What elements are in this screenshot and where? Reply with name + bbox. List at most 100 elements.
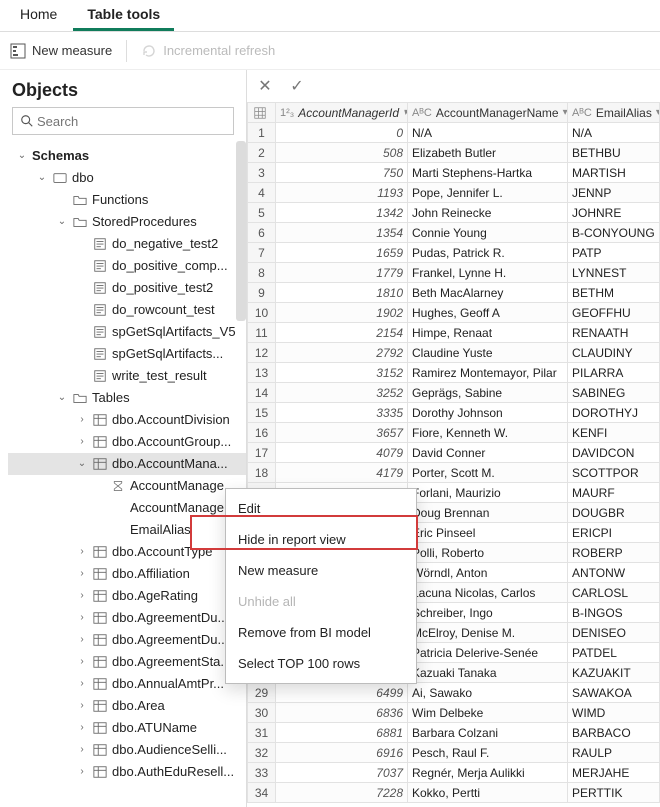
table-row[interactable]: 347228Kokko, PerttiPERTTIK (248, 783, 660, 803)
cell-id[interactable]: 2154 (276, 323, 408, 343)
cell-id[interactable]: 7037 (276, 763, 408, 783)
cell-id[interactable]: 7228 (276, 783, 408, 803)
ctx-edit[interactable]: Edit (226, 493, 416, 524)
cell-alias[interactable]: PATDEL (568, 643, 660, 663)
cell-alias[interactable]: DOUGBR (568, 503, 660, 523)
tree-table[interactable]: ›dbo.Affiliation (8, 563, 246, 585)
data-grid[interactable]: 1²₃AccountManagerId▾ AᴮCAccountManagerNa… (247, 102, 660, 803)
cell-alias[interactable]: CLAUDINY (568, 343, 660, 363)
cell-name[interactable]: Hughes, Geoff A (408, 303, 568, 323)
table-row[interactable]: 133152Ramirez Montemayor, PilarPILARRA (248, 363, 660, 383)
cell-alias[interactable]: JENNP (568, 183, 660, 203)
cell-name[interactable]: Wim Delbeke (408, 703, 568, 723)
cell-alias[interactable]: PATP (568, 243, 660, 263)
row-header-corner[interactable] (248, 103, 276, 123)
cell-name[interactable]: Dorothy Johnson (408, 403, 568, 423)
tree-column[interactable]: EmailAlias (8, 519, 246, 541)
cell-name[interactable]: Schreiber, Ingo (408, 603, 568, 623)
tree-column[interactable]: AccountManage... (8, 497, 246, 519)
cell-alias[interactable]: KENFI (568, 423, 660, 443)
cell-alias[interactable]: SCOTTPOR (568, 463, 660, 483)
row-number[interactable]: 11 (248, 323, 276, 343)
cell-name[interactable]: Barbara Colzani (408, 723, 568, 743)
cell-name[interactable]: Kazuaki Tanaka (408, 663, 568, 683)
table-row[interactable]: 143252Geprägs, SabineSABINEG (248, 383, 660, 403)
cell-id[interactable]: 4179 (276, 463, 408, 483)
cell-alias[interactable]: CARLOSL (568, 583, 660, 603)
ctx-hide-in-report-view[interactable]: Hide in report view (226, 524, 416, 555)
row-number[interactable]: 17 (248, 443, 276, 463)
cell-alias[interactable]: PERTTIK (568, 783, 660, 803)
cell-alias[interactable]: MERJAHE (568, 763, 660, 783)
tab-table-tools[interactable]: Table tools (73, 0, 174, 31)
cell-name[interactable]: Patricia Delerive-Senée (408, 643, 568, 663)
cell-name[interactable]: Kokko, Pertti (408, 783, 568, 803)
cell-name[interactable]: Frankel, Lynne H. (408, 263, 568, 283)
cell-id[interactable]: 2792 (276, 343, 408, 363)
cell-id[interactable]: 3252 (276, 383, 408, 403)
table-row[interactable]: 10N/AN/A (248, 123, 660, 143)
cell-id[interactable]: 508 (276, 143, 408, 163)
tree-table[interactable]: ›dbo.AccountDivision (8, 409, 246, 431)
tree-storedprocedures[interactable]: ⌄ StoredProcedures (8, 211, 246, 233)
tree-sp[interactable]: ▾do_positive_comp... (8, 255, 246, 277)
column-header-name[interactable]: AᴮCAccountManagerName▾ (408, 103, 568, 123)
cell-alias[interactable]: B-INGOS (568, 603, 660, 623)
row-number[interactable]: 34 (248, 783, 276, 803)
cell-alias[interactable]: BARBACO (568, 723, 660, 743)
tree-scrollbar[interactable] (236, 141, 246, 321)
tree-table[interactable]: ›dbo.AgreementDu... (8, 607, 246, 629)
row-number[interactable]: 7 (248, 243, 276, 263)
tab-home[interactable]: Home (6, 0, 71, 31)
row-number[interactable]: 4 (248, 183, 276, 203)
row-number[interactable]: 13 (248, 363, 276, 383)
row-number[interactable]: 3 (248, 163, 276, 183)
tree-table[interactable]: ›dbo.AccountGroup... (8, 431, 246, 453)
cell-name[interactable]: Regnér, Merja Aulikki (408, 763, 568, 783)
cell-alias[interactable]: RENAATH (568, 323, 660, 343)
cell-id[interactable]: 0 (276, 123, 408, 143)
tree-column[interactable]: AccountManage... (8, 475, 246, 497)
cell-name[interactable]: Himpe, Renaat (408, 323, 568, 343)
cell-alias[interactable]: JOHNRE (568, 203, 660, 223)
tree-dbo[interactable]: ⌄ dbo (8, 167, 246, 189)
cell-id[interactable]: 6916 (276, 743, 408, 763)
table-row[interactable]: 2508Elizabeth ButlerBETHBU (248, 143, 660, 163)
row-number[interactable]: 32 (248, 743, 276, 763)
cell-name[interactable]: Eric Pinseel (408, 523, 568, 543)
tree-table[interactable]: ›dbo.AccountType (8, 541, 246, 563)
cell-alias[interactable]: SAWAKOA (568, 683, 660, 703)
column-header-id[interactable]: 1²₃AccountManagerId▾ (276, 103, 408, 123)
table-row[interactable]: 41193Pope, Jennifer L.JENNP (248, 183, 660, 203)
cell-id[interactable]: 6499 (276, 683, 408, 703)
cell-alias[interactable]: RAULP (568, 743, 660, 763)
row-number[interactable]: 29 (248, 683, 276, 703)
ctx-select-top-100[interactable]: Select TOP 100 rows (226, 648, 416, 679)
cell-name[interactable]: Geprägs, Sabine (408, 383, 568, 403)
tree-sp[interactable]: ▾do_positive_test2 (8, 277, 246, 299)
cell-name[interactable]: John Reinecke (408, 203, 568, 223)
cell-alias[interactable]: SABINEG (568, 383, 660, 403)
cell-name[interactable]: Fiore, Kenneth W. (408, 423, 568, 443)
row-number[interactable]: 9 (248, 283, 276, 303)
row-number[interactable]: 8 (248, 263, 276, 283)
row-number[interactable]: 18 (248, 463, 276, 483)
table-row[interactable]: 174079David ConnerDAVIDCON (248, 443, 660, 463)
cell-id[interactable]: 3152 (276, 363, 408, 383)
cell-id[interactable]: 750 (276, 163, 408, 183)
cell-name[interactable]: David Conner (408, 443, 568, 463)
row-number[interactable]: 31 (248, 723, 276, 743)
table-row[interactable]: 153335Dorothy JohnsonDOROTHYJ (248, 403, 660, 423)
table-row[interactable]: 71659Pudas, Patrick R.PATP (248, 243, 660, 263)
search-input-wrap[interactable] (12, 107, 234, 135)
cell-name[interactable]: Elizabeth Butler (408, 143, 568, 163)
table-row[interactable]: 326916Pesch, Raul F.RAULP (248, 743, 660, 763)
tree-sp[interactable]: ▾do_negative_test2 (8, 233, 246, 255)
cell-name[interactable]: Ramirez Montemayor, Pilar (408, 363, 568, 383)
table-row[interactable]: 51342John ReineckeJOHNRE (248, 203, 660, 223)
tree-functions[interactable]: ▾ Functions (8, 189, 246, 211)
table-row[interactable]: 163657Fiore, Kenneth W.KENFI (248, 423, 660, 443)
cell-alias[interactable]: BETHBU (568, 143, 660, 163)
table-row[interactable]: 112154Himpe, RenaatRENAATH (248, 323, 660, 343)
cell-alias[interactable]: ROBERP (568, 543, 660, 563)
